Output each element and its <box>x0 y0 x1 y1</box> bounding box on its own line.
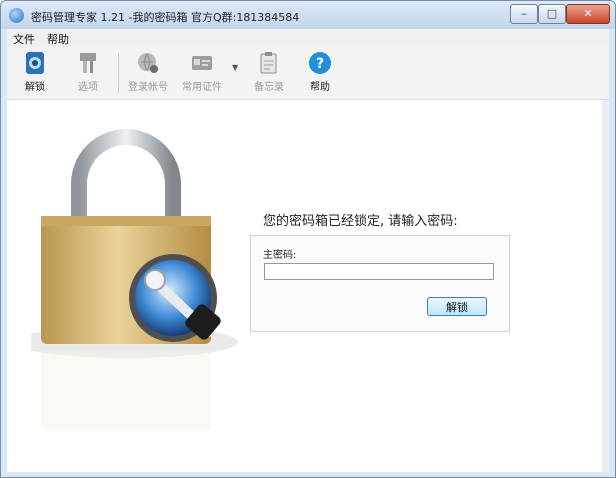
unlock-form: 主密码: 解锁 <box>250 235 510 332</box>
window-title: 密码管理专家 1.21 -我的密码箱 官方Q群:181384584 <box>31 11 300 24</box>
maximize-button[interactable]: □ <box>538 4 566 24</box>
login-account-icon <box>138 53 158 73</box>
svg-text:?: ? <box>316 56 324 72</box>
window-right-edge <box>602 100 609 472</box>
toolbar-login-account-button[interactable]: 登录帐号 <box>125 51 171 97</box>
toolbar-options-button[interactable]: 选项 <box>65 51 111 97</box>
menu-file[interactable]: 文件 <box>13 31 35 47</box>
toolbar: 解锁 选项 登录帐号 常用证件 ▼ 备忘录 ? 帮助 <box>7 47 609 100</box>
minimize-button[interactable]: – <box>510 4 538 24</box>
toolbar-id-card-button[interactable]: 常用证件 <box>179 51 225 97</box>
memo-clipboard-icon <box>260 52 277 74</box>
close-button[interactable]: ✕ <box>566 4 610 24</box>
master-password-input[interactable] <box>264 263 494 280</box>
locked-prompt: 您的密码箱已经锁定, 请输入密码: <box>263 214 458 229</box>
options-tools-icon <box>80 53 96 73</box>
toolbar-memo-label: 备忘录 <box>254 82 284 93</box>
toolbar-separator <box>118 53 119 93</box>
help-icon: ? <box>309 52 331 74</box>
unlock-icon <box>26 52 44 74</box>
toolbar-unlock-button[interactable]: 解锁 <box>12 51 58 97</box>
toolbar-help-button[interactable]: ? 帮助 <box>297 51 343 97</box>
main-window: 密码管理专家 1.21 -我的密码箱 官方Q群:181384584 – □ ✕ … <box>0 0 616 478</box>
menu-bar: 文件 帮助 <box>7 29 609 47</box>
menu-help[interactable]: 帮助 <box>47 31 69 47</box>
title-bar[interactable]: 密码管理专家 1.21 -我的密码箱 官方Q群:181384584 – □ ✕ <box>1 1 615 29</box>
id-card-icon <box>192 56 212 70</box>
padlock-illustration <box>31 129 238 430</box>
toolbar-help-label: 帮助 <box>310 82 330 93</box>
unlock-button[interactable]: 解锁 <box>427 297 487 316</box>
toolbar-id-card-label: 常用证件 <box>182 82 222 93</box>
toolbar-options-label: 选项 <box>78 82 98 93</box>
dropdown-arrow-icon[interactable]: ▼ <box>232 63 238 72</box>
toolbar-memo-button[interactable]: 备忘录 <box>246 51 292 97</box>
app-icon <box>9 8 24 23</box>
lock-screen-panel: 您的密码箱已经锁定, 请输入密码: 主密码: 解锁 <box>7 100 602 472</box>
toolbar-unlock-label: 解锁 <box>25 82 45 93</box>
toolbar-login-account-label: 登录帐号 <box>128 82 168 93</box>
master-password-label: 主密码: <box>263 250 297 261</box>
